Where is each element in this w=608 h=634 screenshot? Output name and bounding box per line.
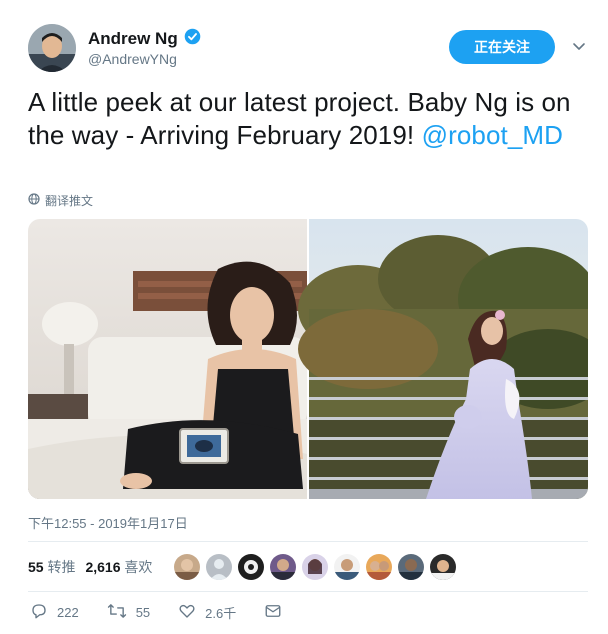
author-name[interactable]: Andrew Ng (88, 29, 178, 49)
likes-count: 2,616 (85, 559, 121, 575)
liker-avatar[interactable] (270, 554, 296, 580)
author-name-row[interactable]: Andrew Ng (88, 28, 201, 50)
likes-label: 喜欢 (124, 559, 153, 575)
author-avatar[interactable] (28, 24, 76, 72)
tweet-text: A little peek at our latest project. Bab… (28, 86, 588, 152)
likes-stat[interactable]: 2,616 喜欢 (85, 557, 152, 577)
liker-avatars (174, 554, 456, 580)
retweets-label: 转推 (47, 559, 76, 575)
tweet-timestamp[interactable]: 下午12:55 - 2019年1月17日 (28, 513, 188, 532)
liker-avatar[interactable] (430, 554, 456, 580)
tweet-actions: 222 55 2.6千 (30, 602, 310, 623)
reply-icon (30, 602, 48, 623)
divider (28, 541, 588, 542)
like-button[interactable]: 2.6千 (178, 602, 236, 623)
verified-badge-icon (184, 28, 201, 50)
retweet-icon (107, 602, 127, 623)
liker-avatar[interactable] (334, 554, 360, 580)
mention-link[interactable]: @robot_MD (422, 120, 563, 150)
liker-avatar[interactable] (302, 554, 328, 580)
retweets-stat[interactable]: 55 转推 (28, 557, 75, 577)
liker-avatar[interactable] (366, 554, 392, 580)
chevron-down-icon[interactable] (571, 38, 587, 54)
reply-count: 222 (57, 605, 79, 620)
tweet-stats: 55 转推 2,616 喜欢 (28, 557, 152, 577)
envelope-icon (264, 602, 282, 623)
following-button[interactable]: 正在关注 (449, 30, 555, 64)
retweet-button[interactable]: 55 (107, 602, 150, 623)
heart-icon (178, 602, 196, 623)
reply-button[interactable]: 222 (30, 602, 79, 623)
liker-avatar[interactable] (174, 554, 200, 580)
author-handle[interactable]: @AndrewYNg (88, 51, 177, 67)
tweet-media[interactable] (28, 219, 588, 499)
photo-right[interactable] (298, 219, 588, 499)
liker-avatar[interactable] (398, 554, 424, 580)
direct-message-button[interactable] (264, 602, 282, 623)
translate-tweet-link[interactable]: 翻译推文 (28, 192, 93, 209)
liker-avatar[interactable] (206, 554, 232, 580)
liker-avatar[interactable] (238, 554, 264, 580)
retweet-count: 55 (135, 605, 151, 620)
photo-left[interactable] (28, 219, 307, 499)
like-count: 2.6千 (205, 606, 237, 621)
retweets-count: 55 (28, 559, 44, 575)
divider (28, 591, 588, 592)
globe-icon (28, 193, 40, 208)
translate-label[interactable]: 翻译推文 (45, 192, 93, 209)
